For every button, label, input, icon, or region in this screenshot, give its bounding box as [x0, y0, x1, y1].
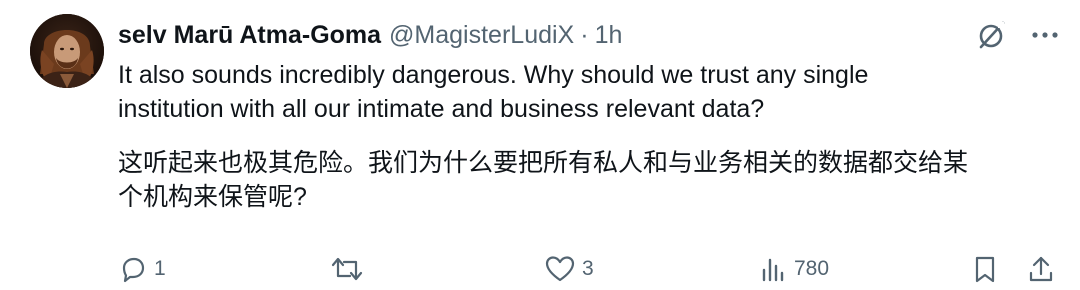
user-handle[interactable]: @MagisterLudiX: [389, 21, 574, 50]
share-button[interactable]: [1026, 254, 1056, 284]
bookmark-icon: [975, 256, 995, 283]
heart-icon: [545, 256, 575, 282]
display-name[interactable]: selv Marū Atma-Goma: [118, 21, 381, 50]
views-button[interactable]: 780: [758, 254, 829, 284]
grok-icon[interactable]: [974, 18, 1008, 52]
tweet-top-actions: [974, 18, 1060, 52]
bookmark-button[interactable]: [971, 254, 999, 284]
view-count: 780: [794, 257, 830, 280]
tweet-action-bar: 1 3 780: [0, 254, 1080, 286]
like-count: 3: [582, 257, 594, 280]
retweet-icon: [331, 257, 363, 281]
tweet-header: selv Marū Atma-Goma @MagisterLudiX · 1h: [118, 18, 622, 52]
like-button[interactable]: 3: [544, 254, 594, 284]
tweet-text-english: It also sounds incredibly dangerous. Why…: [118, 61, 869, 123]
avatar-portrait-image: [30, 14, 104, 88]
share-icon: [1029, 256, 1053, 282]
views-icon: [762, 258, 784, 282]
tweet-card[interactable]: selv Marū Atma-Goma @MagisterLudiX · 1h …: [0, 0, 1080, 290]
avatar[interactable]: [30, 14, 104, 88]
retweet-button[interactable]: [330, 254, 370, 284]
reply-icon: [122, 257, 145, 283]
more-icon[interactable]: [1030, 18, 1060, 52]
reply-count: 1: [154, 257, 166, 280]
timestamp[interactable]: 1h: [595, 21, 623, 50]
tweet-text-chinese: 这听起来也极其危险。我们为什么要把所有私人和与业务相关的数据都交给某个机构来保管…: [118, 149, 969, 211]
reply-button[interactable]: 1: [118, 254, 166, 284]
header-separator: ·: [580, 20, 589, 49]
